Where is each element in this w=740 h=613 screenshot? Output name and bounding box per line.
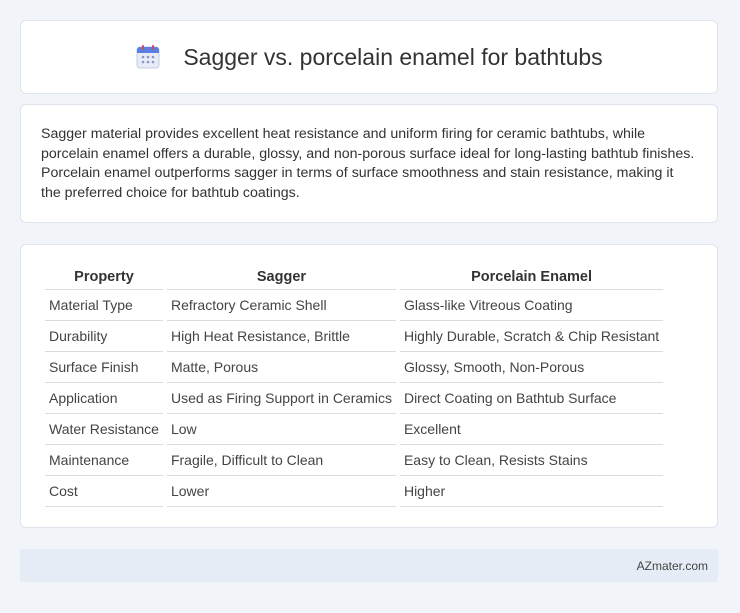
table-row: Durability High Heat Resistance, Brittle… xyxy=(45,321,664,352)
table-cell: Surface Finish xyxy=(45,352,163,383)
table-cell: Durability xyxy=(45,321,163,352)
table-cell: Low xyxy=(166,414,396,445)
comparison-table-card: Property Sagger Porcelain Enamel Materia… xyxy=(20,244,718,528)
table-row: Water Resistance Low Excellent xyxy=(45,414,664,445)
table-cell: Direct Coating on Bathtub Surface xyxy=(399,383,664,414)
table-cell: Used as Firing Support in Ceramics xyxy=(166,383,396,414)
table-cell: Glass-like Vitreous Coating xyxy=(399,290,664,321)
title-card: Sagger vs. porcelain enamel for bathtubs xyxy=(20,20,718,94)
table-cell: Glossy, Smooth, Non-Porous xyxy=(399,352,664,383)
table-cell: Lower xyxy=(166,476,396,507)
table-cell: High Heat Resistance, Brittle xyxy=(166,321,396,352)
summary-card: Sagger material provides excellent heat … xyxy=(20,104,718,223)
table-row: Cost Lower Higher xyxy=(45,476,664,507)
column-header-property: Property xyxy=(45,265,163,290)
table-cell: Fragile, Difficult to Clean xyxy=(166,445,396,476)
comparison-table: Property Sagger Porcelain Enamel Materia… xyxy=(41,265,667,507)
table-row: Maintenance Fragile, Difficult to Clean … xyxy=(45,445,664,476)
table-row: Material Type Refractory Ceramic Shell G… xyxy=(45,290,664,321)
table-cell: Easy to Clean, Resists Stains xyxy=(399,445,664,476)
table-cell: Cost xyxy=(45,476,163,507)
summary-text: Sagger material provides excellent heat … xyxy=(41,126,695,201)
table-cell: Application xyxy=(45,383,163,414)
table-cell: Refractory Ceramic Shell xyxy=(166,290,396,321)
table-cell: Highly Durable, Scratch & Chip Resistant xyxy=(399,321,664,352)
table-row: Surface Finish Matte, Porous Glossy, Smo… xyxy=(45,352,664,383)
table-cell: Higher xyxy=(399,476,664,507)
table-cell: Excellent xyxy=(399,414,664,445)
table-cell: Matte, Porous xyxy=(166,352,396,383)
column-header-sagger: Sagger xyxy=(166,265,396,290)
table-row: Application Used as Firing Support in Ce… xyxy=(45,383,664,414)
table-header-row: Property Sagger Porcelain Enamel xyxy=(45,265,664,290)
page-title: Sagger vs. porcelain enamel for bathtubs xyxy=(183,43,603,70)
table-cell: Maintenance xyxy=(45,445,163,476)
table-cell: Water Resistance xyxy=(45,414,163,445)
footer-site-link[interactable]: AZmater.com xyxy=(637,559,708,573)
footer: AZmater.com xyxy=(20,549,718,582)
column-header-porcelain-enamel: Porcelain Enamel xyxy=(399,265,664,290)
calendar-icon xyxy=(135,44,161,70)
table-cell: Material Type xyxy=(45,290,163,321)
